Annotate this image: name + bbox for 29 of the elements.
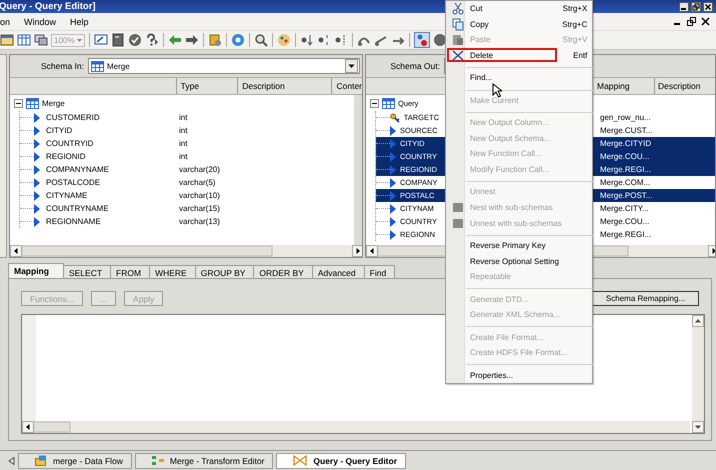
shortcut-text: Entf (573, 50, 588, 60)
column-header: Type (176, 78, 238, 94)
shortcut-text: Strg+X (562, 4, 588, 14)
mapping-cell-text: Merge.REGI... (599, 230, 652, 239)
table-cell: varchar(5) (179, 178, 216, 187)
table-cell: int (179, 126, 188, 135)
mapping-cell-text: Merge.COM... (599, 178, 652, 187)
mapping-cell-text: Merge.COU... (599, 152, 650, 161)
column-header: Conter (335, 80, 362, 93)
table-cell: varchar(20) (179, 165, 220, 174)
mapping-cell-text: Merge.POST... (599, 191, 654, 200)
table-cell: varchar(13) (179, 217, 220, 226)
mapping-cell-text: Merge.CUST... (599, 126, 654, 135)
column-header: Description (238, 78, 332, 94)
mapping-cell-text: Merge.CITYID (599, 139, 652, 148)
table-cell: varchar(15) (179, 204, 220, 213)
column-header: Description (657, 80, 702, 93)
table-cell: int (179, 139, 188, 148)
table-cell: int (179, 152, 188, 161)
schema-label: Schema Out: (389, 61, 440, 71)
shortcut-text: Strg+C (562, 20, 588, 29)
mapping-cell-text: Merge.COU... (599, 217, 650, 226)
mapping-cell-text: gen_row_nu... (599, 113, 652, 122)
table-cell: int (179, 113, 188, 122)
table-cell: varchar(10) (179, 191, 220, 200)
mapping-cell-text: Merge.REGI... (599, 165, 652, 174)
schema-label: Schema In: (40, 61, 84, 71)
mapping-cell-text: Merge.CITY... (599, 204, 650, 213)
shortcut-text: Strg+V (562, 35, 588, 44)
